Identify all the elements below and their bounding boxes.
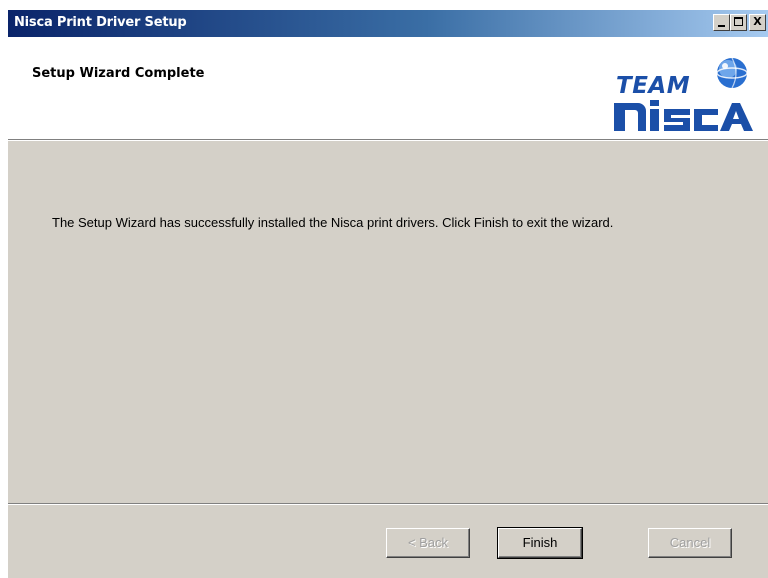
svg-text:TEAM: TEAM	[616, 73, 690, 99]
maximize-icon	[734, 17, 743, 26]
wizard-header: Setup Wizard Complete TEAM	[8, 37, 768, 141]
team-nisca-logo: TEAM	[614, 57, 753, 131]
back-button[interactable]: < Back	[386, 528, 470, 558]
wizard-content: The Setup Wizard has successfully instal…	[8, 140, 768, 502]
caption-buttons: X	[713, 14, 766, 31]
minimize-icon	[718, 25, 725, 27]
minimize-button[interactable]	[713, 14, 730, 31]
finish-button[interactable]: Finish	[497, 527, 583, 559]
cancel-button[interactable]: Cancel	[648, 528, 732, 558]
setup-window: Nisca Print Driver Setup X Setup Wizard …	[8, 10, 768, 578]
close-icon: X	[753, 15, 762, 28]
window-title: Nisca Print Driver Setup	[14, 15, 187, 30]
page-title: Setup Wizard Complete	[32, 66, 205, 81]
title-bar[interactable]: Nisca Print Driver Setup X	[8, 10, 768, 37]
maximize-button[interactable]	[730, 14, 747, 31]
globe-icon	[716, 57, 748, 89]
completion-message: The Setup Wizard has successfully instal…	[52, 215, 614, 230]
button-separator	[8, 503, 768, 505]
close-button[interactable]: X	[749, 14, 766, 31]
